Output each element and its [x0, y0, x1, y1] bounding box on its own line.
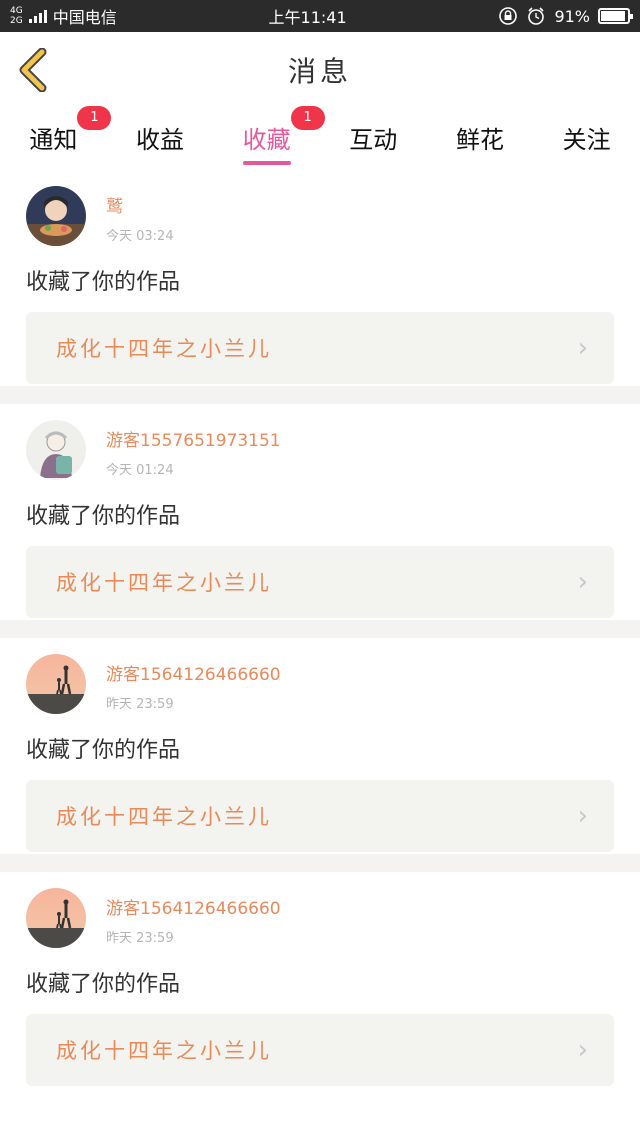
tab-flowers[interactable]: 鲜花	[450, 114, 510, 165]
username[interactable]: 游客1564126466660	[106, 894, 281, 919]
status-right: 91%	[498, 6, 633, 26]
chevron-right-icon: ›	[577, 567, 588, 597]
rotation-lock-icon	[499, 7, 518, 25]
work-link[interactable]: 成化十四年之小兰儿 ›	[26, 780, 614, 852]
clock: 上午11:41	[268, 8, 347, 27]
network-label-2: 2G	[10, 16, 23, 26]
username[interactable]: 游客1564126466660	[106, 660, 281, 685]
network-label: 4G	[10, 6, 23, 16]
work-title: 成化十四年之小兰儿	[56, 571, 272, 595]
work-title: 成化十四年之小兰儿	[56, 805, 272, 829]
tab-notify[interactable]: 通知 1	[23, 105, 112, 165]
divider	[0, 386, 640, 404]
status-left: 4G 2G 中国电信	[10, 4, 117, 28]
battery-icon	[598, 8, 633, 24]
unread-badge: 1	[77, 105, 112, 130]
divider	[0, 620, 640, 638]
battery-percent: 91%	[554, 6, 590, 26]
message-text: 收藏了你的作品	[26, 504, 181, 529]
tab-bar: 通知 1 收益 收藏 1 互动 鲜花 关注	[0, 105, 640, 170]
work-link[interactable]: 成化十四年之小兰儿 ›	[26, 1014, 614, 1086]
message-feed: 鹫 今天 03:24 收藏了你的作品 成化十四年之小兰儿 › 游客1557651…	[0, 170, 640, 1088]
nav-header: 消息	[0, 32, 640, 109]
list-item: 鹫 今天 03:24 收藏了你的作品 成化十四年之小兰儿 ›	[0, 170, 640, 386]
tab-label: 鲜花	[455, 125, 504, 154]
tab-label: 收益	[135, 125, 184, 154]
carrier-name: 中国电信	[52, 8, 117, 27]
avatar[interactable]	[26, 888, 86, 948]
user-info: 游客1564126466660 昨天 23:59	[106, 654, 281, 712]
avatar-sunset-icon	[26, 888, 86, 948]
divider	[0, 854, 640, 872]
avatar-sketch-icon	[26, 420, 86, 480]
message-text: 收藏了你的作品	[26, 972, 181, 997]
timestamp: 昨天 23:59	[106, 697, 174, 712]
chevron-right-icon: ›	[577, 801, 588, 831]
work-link[interactable]: 成化十四年之小兰儿 ›	[26, 312, 614, 384]
chevron-right-icon: ›	[577, 1035, 588, 1065]
active-tab-indicator	[242, 160, 291, 165]
tab-interactions[interactable]: 互动	[343, 114, 403, 165]
timestamp: 今天 03:24	[106, 229, 174, 244]
back-button[interactable]	[14, 47, 54, 93]
username[interactable]: 游客1557651973151	[106, 426, 281, 451]
tab-earnings[interactable]: 收益	[130, 114, 190, 165]
chevron-left-icon	[19, 47, 47, 93]
chevron-right-icon: ›	[577, 333, 588, 363]
user-row: 游客1557651973151 今天 01:24	[26, 420, 614, 480]
username[interactable]: 鹫	[106, 192, 174, 217]
list-item: 游客1557651973151 今天 01:24 收藏了你的作品 成化十四年之小…	[0, 404, 640, 620]
avatar-sunset-icon	[26, 654, 86, 714]
user-info: 游客1564126466660 昨天 23:59	[106, 888, 281, 946]
message-text: 收藏了你的作品	[26, 270, 181, 295]
timestamp: 昨天 23:59	[106, 931, 174, 946]
tab-label: 通知	[29, 125, 78, 154]
avatar[interactable]	[26, 186, 86, 246]
user-info: 游客1557651973151 今天 01:24	[106, 420, 281, 478]
avatar[interactable]	[26, 654, 86, 714]
tab-label: 收藏	[242, 125, 291, 154]
alarm-icon	[528, 7, 545, 25]
tab-label: 关注	[562, 125, 611, 154]
work-link[interactable]: 成化十四年之小兰儿 ›	[26, 546, 614, 618]
work-title: 成化十四年之小兰儿	[56, 1039, 272, 1063]
work-title: 成化十四年之小兰儿	[56, 337, 272, 361]
status-bar: 4G 2G 中国电信 上午11:41 91%	[0, 0, 640, 32]
list-item: 游客1564126466660 昨天 23:59 收藏了你的作品 成化十四年之小…	[0, 872, 640, 1088]
user-row: 游客1564126466660 昨天 23:59	[26, 888, 614, 948]
user-row: 游客1564126466660 昨天 23:59	[26, 654, 614, 714]
timestamp: 今天 01:24	[106, 463, 174, 478]
tab-favorites[interactable]: 收藏 1	[237, 105, 325, 165]
user-info: 鹫 今天 03:24	[106, 186, 174, 244]
avatar[interactable]	[26, 420, 86, 480]
tab-follow[interactable]: 关注	[557, 114, 617, 165]
message-text: 收藏了你的作品	[26, 738, 181, 763]
user-row: 鹫 今天 03:24	[26, 186, 614, 246]
list-item: 游客1564126466660 昨天 23:59 收藏了你的作品 成化十四年之小…	[0, 638, 640, 854]
tab-label: 互动	[349, 125, 398, 154]
network-type: 4G 2G	[10, 6, 23, 26]
page-title: 消息	[287, 55, 352, 88]
avatar-anime-icon	[26, 186, 86, 246]
unread-badge: 1	[290, 105, 325, 130]
signal-icon	[28, 9, 47, 23]
